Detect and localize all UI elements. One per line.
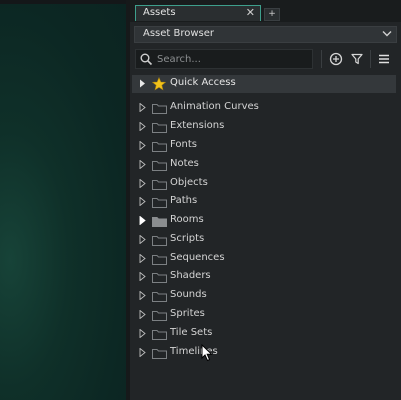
expand-arrow-icon[interactable] — [139, 215, 146, 228]
tree-item-label: Paths — [170, 195, 198, 206]
expand-arrow-icon[interactable] — [139, 271, 146, 284]
folder-icon — [152, 122, 167, 136]
tree-item[interactable]: Sounds — [130, 287, 398, 305]
viewport-top-border — [0, 0, 129, 4]
tree-item-label: Notes — [170, 158, 199, 169]
expand-arrow-icon[interactable] — [139, 196, 146, 209]
folder-icon — [152, 141, 167, 155]
expand-arrow-icon[interactable] — [139, 102, 146, 115]
tree-item-label: Shaders — [170, 270, 211, 281]
tree-item-label: Animation Curves — [170, 101, 259, 112]
dropdown-value: Asset Browser — [143, 28, 215, 39]
tree-item[interactable]: Tile Sets — [130, 325, 398, 343]
folder-icon — [152, 272, 167, 286]
toolbar-separator — [370, 50, 371, 68]
tree-item-label: Extensions — [170, 120, 225, 131]
folder-icon — [152, 291, 167, 305]
room-viewport[interactable] — [0, 0, 129, 400]
chevron-down-icon — [382, 30, 392, 41]
tree-item-label: Tile Sets — [170, 327, 213, 338]
folder-icon — [152, 235, 167, 249]
folder-icon — [152, 160, 167, 174]
menu-icon[interactable] — [376, 51, 392, 67]
tree-item-label: Sequences — [170, 252, 225, 263]
tree-item-label: Sprites — [170, 308, 205, 319]
tree-item[interactable]: Notes — [130, 156, 398, 174]
tree-item-label: Fonts — [170, 139, 197, 150]
tree-item[interactable]: Animation Curves — [130, 99, 398, 117]
search-icon — [140, 53, 153, 69]
folder-icon — [152, 179, 167, 193]
expand-arrow-icon[interactable] — [139, 347, 146, 360]
folder-icon — [152, 348, 167, 362]
tree-item[interactable]: Fonts — [130, 137, 398, 155]
tree-item[interactable]: Sequences — [130, 250, 398, 268]
tree-item[interactable]: Extensions — [130, 118, 398, 136]
mouse-cursor-icon — [201, 343, 213, 365]
quick-access-item[interactable]: Quick Access — [132, 75, 396, 93]
add-icon[interactable] — [328, 51, 344, 67]
tree-item-label: Scripts — [170, 233, 205, 244]
tree-item[interactable]: Sprites — [130, 306, 398, 324]
tree-item-label: Sounds — [170, 289, 207, 300]
folder-icon — [152, 103, 167, 117]
add-tab-button[interactable]: + — [264, 8, 280, 21]
tab-label: Assets — [143, 7, 176, 18]
folder-icon — [152, 216, 167, 230]
tab-assets[interactable]: Assets ✕ — [135, 5, 261, 21]
expand-arrow-icon[interactable] — [139, 253, 146, 266]
folder-icon — [152, 254, 167, 268]
folder-icon — [152, 310, 167, 324]
star-icon — [151, 77, 167, 94]
expand-arrow-icon[interactable] — [139, 234, 146, 247]
folder-icon — [152, 197, 167, 211]
expand-arrow-icon[interactable] — [139, 328, 146, 341]
tree-item[interactable]: Objects — [130, 175, 398, 193]
expand-arrow-icon[interactable] — [139, 309, 146, 322]
tree-item[interactable]: Rooms — [130, 212, 398, 230]
search-box — [135, 49, 313, 69]
expand-arrow-icon[interactable] — [139, 159, 146, 172]
search-input[interactable] — [157, 52, 307, 66]
expand-arrow-icon[interactable] — [139, 121, 146, 134]
tree-item[interactable]: Timelines — [130, 344, 398, 362]
tree-item-label: Objects — [170, 177, 208, 188]
tree-item[interactable]: Scripts — [130, 231, 398, 249]
tree-item-label: Rooms — [170, 214, 204, 225]
expand-arrow-icon[interactable] — [139, 140, 146, 153]
expand-arrow-icon[interactable] — [139, 178, 146, 191]
asset-browser-dropdown[interactable]: Asset Browser — [134, 26, 397, 43]
quick-access-label: Quick Access — [170, 77, 236, 88]
expand-arrow-icon[interactable] — [139, 79, 146, 91]
filter-icon[interactable] — [349, 51, 365, 67]
expand-arrow-icon[interactable] — [139, 290, 146, 303]
folder-icon — [152, 329, 167, 343]
tree-item[interactable]: Shaders — [130, 268, 398, 286]
close-icon[interactable]: ✕ — [246, 6, 255, 19]
asset-browser-panel: Assets ✕ + Asset Browser Quick Access — [130, 0, 401, 400]
tab-bar: Assets ✕ + — [130, 0, 401, 22]
tree-item[interactable]: Paths — [130, 193, 398, 211]
toolbar-separator — [321, 50, 322, 68]
